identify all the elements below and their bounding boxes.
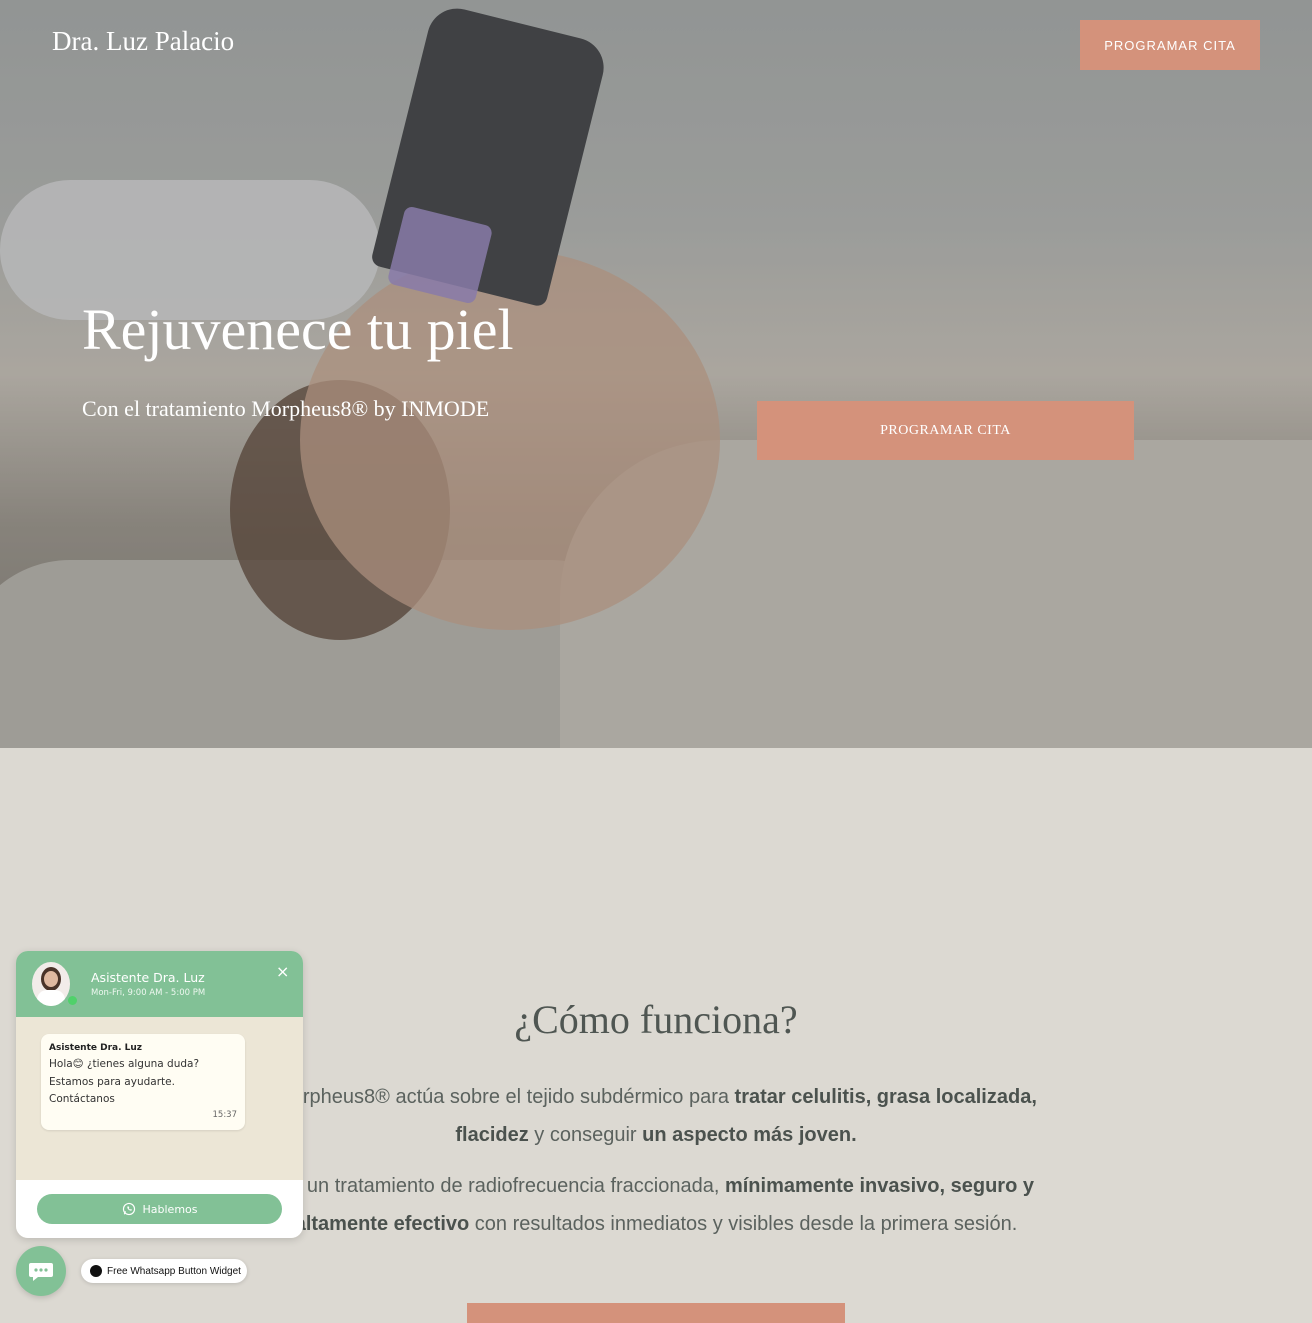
brand-logo[interactable]: Dra. Luz Palacio — [52, 26, 234, 57]
online-status-dot — [67, 995, 78, 1006]
close-icon[interactable]: × — [276, 962, 289, 981]
widget-credit-text: Free Whatsapp Button Widget — [107, 1265, 241, 1277]
widget-logo-icon — [90, 1265, 102, 1277]
hero-section — [0, 0, 1312, 748]
chat-message-bubble: Asistente Dra. Luz Hola😊 ¿tienes alguna … — [41, 1034, 245, 1130]
hero-overlay — [0, 0, 1312, 748]
start-chat-label: Hablemos — [142, 1202, 198, 1216]
chat-header: Asistente Dra. Luz Mon-Fri, 9:00 AM - 5:… — [16, 951, 303, 1017]
chat-bubble-icon — [29, 1263, 53, 1281]
widget-credit-link[interactable]: Free Whatsapp Button Widget — [81, 1259, 247, 1283]
message-sender: Asistente Dra. Luz — [49, 1043, 143, 1053]
chat-hours: Mon-Fri, 9:00 AM - 5:00 PM — [91, 988, 206, 998]
how-it-works-paragraph-2: Es un tratamiento de radiofrecuencia fra… — [240, 1167, 1072, 1243]
how-it-works-paragraph-1: Morpheus8® actúa sobre el tejido subdérm… — [240, 1078, 1072, 1154]
p1-text-a: Morpheus8® actúa sobre el tejido subdérm… — [275, 1086, 735, 1108]
chat-popup: Asistente Dra. Luz Mon-Fri, 9:00 AM - 5:… — [16, 951, 303, 1238]
message-text: Hola😊 ¿tienes alguna duda? Estamos para … — [49, 1058, 200, 1105]
chat-agent-name: Asistente Dra. Luz — [91, 970, 205, 985]
avatar — [32, 962, 70, 1006]
p1-text-c: y conseguir — [528, 1124, 643, 1146]
p2-text-c: con resultados inmediatos y visibles des… — [469, 1213, 1018, 1235]
bottom-schedule-button[interactable] — [467, 1303, 845, 1323]
p1-text-bold-b: un aspecto más joven. — [642, 1124, 857, 1146]
message-time: 15:37 — [212, 1110, 238, 1120]
hero-title: Rejuvenece tu piel — [82, 297, 514, 362]
start-chat-button[interactable]: Hablemos — [37, 1194, 282, 1224]
header-schedule-button[interactable]: PROGRAMAR CITA — [1080, 20, 1260, 70]
p2-text-a: Es un tratamiento de radiofrecuencia fra… — [278, 1175, 725, 1197]
whatsapp-icon — [122, 1202, 135, 1216]
chat-toggle-button[interactable] — [16, 1246, 66, 1296]
hero-schedule-button[interactable]: PROGRAMAR CITA — [757, 401, 1134, 460]
chat-footer: Hablemos — [16, 1180, 303, 1238]
hero-subtitle: Con el tratamiento Morpheus8® by INMODE — [82, 396, 490, 421]
